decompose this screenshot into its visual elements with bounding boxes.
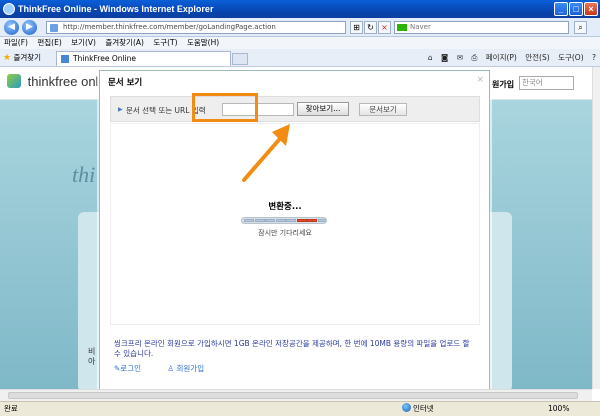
status-bar: 완료 인터넷 100%	[0, 401, 600, 416]
command-bar: ⌂ ◙ ✉ ⎙ 페이지(P) 안전(S) 도구(O) ?	[422, 52, 596, 64]
converting-text: 변환중...	[268, 202, 302, 212]
page-favicon-icon	[50, 24, 58, 32]
tab-favicon-icon	[61, 55, 69, 63]
address-bar-row: ◀ ▶ http://member.thinkfree.com/member/g…	[0, 18, 600, 37]
side-text-line: 아	[88, 357, 96, 366]
home-icon[interactable]: ⌂	[428, 53, 433, 62]
star-icon: ★	[3, 53, 12, 63]
back-button[interactable]: ◀	[4, 20, 19, 35]
pointer-arrow-icon	[242, 124, 290, 182]
status-text: 완료	[4, 404, 18, 413]
thinkfree-logo[interactable]: thinkfree onli	[7, 74, 101, 89]
vertical-scrollbar[interactable]	[592, 67, 600, 389]
side-text-line: 비	[88, 347, 96, 356]
bullet-icon: ▶	[118, 106, 123, 113]
progress-segment	[244, 219, 254, 222]
logo-text: thinkfree onli	[27, 74, 102, 89]
compatibility-icon[interactable]: ⊞	[350, 21, 363, 34]
menu-edit[interactable]: 편집(E)	[37, 38, 61, 47]
language-select[interactable]: 한국어	[519, 76, 574, 90]
search-icon[interactable]: ⌕	[574, 21, 587, 34]
tools-menu[interactable]: 도구(O)	[558, 53, 584, 62]
browser-tab[interactable]: ThinkFree Online	[56, 51, 231, 66]
signup-link[interactable]: 원가입	[492, 79, 514, 90]
maximize-button[interactable]: □	[569, 2, 583, 16]
thinkfree-logo-icon	[7, 74, 21, 88]
stop-icon[interactable]: ×	[378, 21, 391, 34]
signup-info-text: 씽크프리 온라인 회원으로 가입하시면 1GB 온라인 저장공간을 제공하며, …	[114, 339, 470, 358]
progress-bar	[241, 217, 327, 224]
hero-text: thi	[72, 162, 96, 187]
menu-favorites[interactable]: 즐겨찾기(A)	[105, 38, 144, 47]
refresh-icon[interactable]: ↻	[364, 21, 377, 34]
signup-link-dialog[interactable]: ♙ 회원가입	[167, 364, 216, 373]
new-tab-button[interactable]	[232, 53, 248, 65]
dialog-close-icon[interactable]: ×	[476, 75, 484, 85]
menu-tools[interactable]: 도구(T)	[153, 38, 177, 47]
progress-segment	[254, 219, 265, 222]
menu-view[interactable]: 보기(V)	[71, 38, 96, 47]
window-title: ThinkFree Online - Windows Internet Expl…	[18, 4, 214, 14]
progress-segment	[286, 219, 296, 222]
view-document-button[interactable]: 문서보기	[359, 103, 407, 116]
zone-label: 인터넷	[413, 404, 434, 413]
close-window-button[interactable]: ×	[584, 2, 598, 16]
favorites-button[interactable]: ★ 즐겨찾기	[3, 52, 41, 64]
dialog-links: ✎로그인 ♙ 회원가입	[114, 363, 228, 374]
dialog-title: 문서 보기	[108, 78, 143, 88]
naver-logo-icon	[397, 24, 407, 31]
mail-icon[interactable]: ✉	[457, 53, 463, 62]
address-input[interactable]: http://member.thinkfree.com/member/goLan…	[46, 21, 346, 34]
favorites-bar: ★ 즐겨찾기 ThinkFree Online ⌂ ◙ ✉ ⎙ 페이지(P) 안…	[0, 49, 600, 67]
progress-segment	[275, 219, 286, 222]
print-icon[interactable]: ⎙	[471, 53, 477, 62]
search-input[interactable]: Naver	[394, 21, 569, 34]
progress-segment	[307, 219, 317, 222]
menu-help[interactable]: 도움말(H)	[187, 38, 219, 47]
forward-button[interactable]: ▶	[22, 20, 37, 35]
safety-menu[interactable]: 안전(S)	[525, 53, 549, 62]
page-menu[interactable]: 페이지(P)	[486, 53, 517, 62]
progress-segment	[317, 219, 326, 222]
security-zone: 인터넷	[402, 402, 434, 416]
ie-logo-icon	[3, 3, 15, 15]
signup-link-label: 회원가입	[176, 364, 205, 373]
window-title-bar: ThinkFree Online - Windows Internet Expl…	[0, 0, 600, 18]
progress-segment	[296, 219, 307, 222]
horizontal-scrollbar[interactable]	[0, 389, 592, 401]
login-link-label: 로그인	[120, 364, 141, 373]
search-provider: Naver	[410, 23, 431, 31]
scrollbar-thumb[interactable]	[8, 392, 578, 399]
tab-label: ThinkFree Online	[73, 54, 137, 63]
login-link[interactable]: ✎로그인	[114, 364, 153, 373]
menu-file[interactable]: 파일(F)	[4, 38, 28, 47]
favorites-label: 즐겨찾기	[13, 53, 42, 62]
progress-segment	[265, 219, 275, 222]
help-icon[interactable]: ?	[592, 53, 596, 62]
zoom-level[interactable]: 100%	[548, 402, 569, 416]
minimize-button[interactable]: _	[554, 2, 568, 16]
globe-icon	[402, 403, 411, 412]
address-text: http://member.thinkfree.com/member/goLan…	[63, 23, 276, 31]
wait-text: 잠시만 기다리세요	[258, 229, 312, 237]
side-text: 비 아	[88, 347, 95, 367]
menu-bar: 파일(F) 편집(E) 보기(V) 즐겨찾기(A) 도구(T) 도움말(H)	[0, 37, 600, 49]
browse-button[interactable]: 찾아보기...	[297, 102, 349, 116]
feeds-icon[interactable]: ◙	[441, 53, 448, 62]
